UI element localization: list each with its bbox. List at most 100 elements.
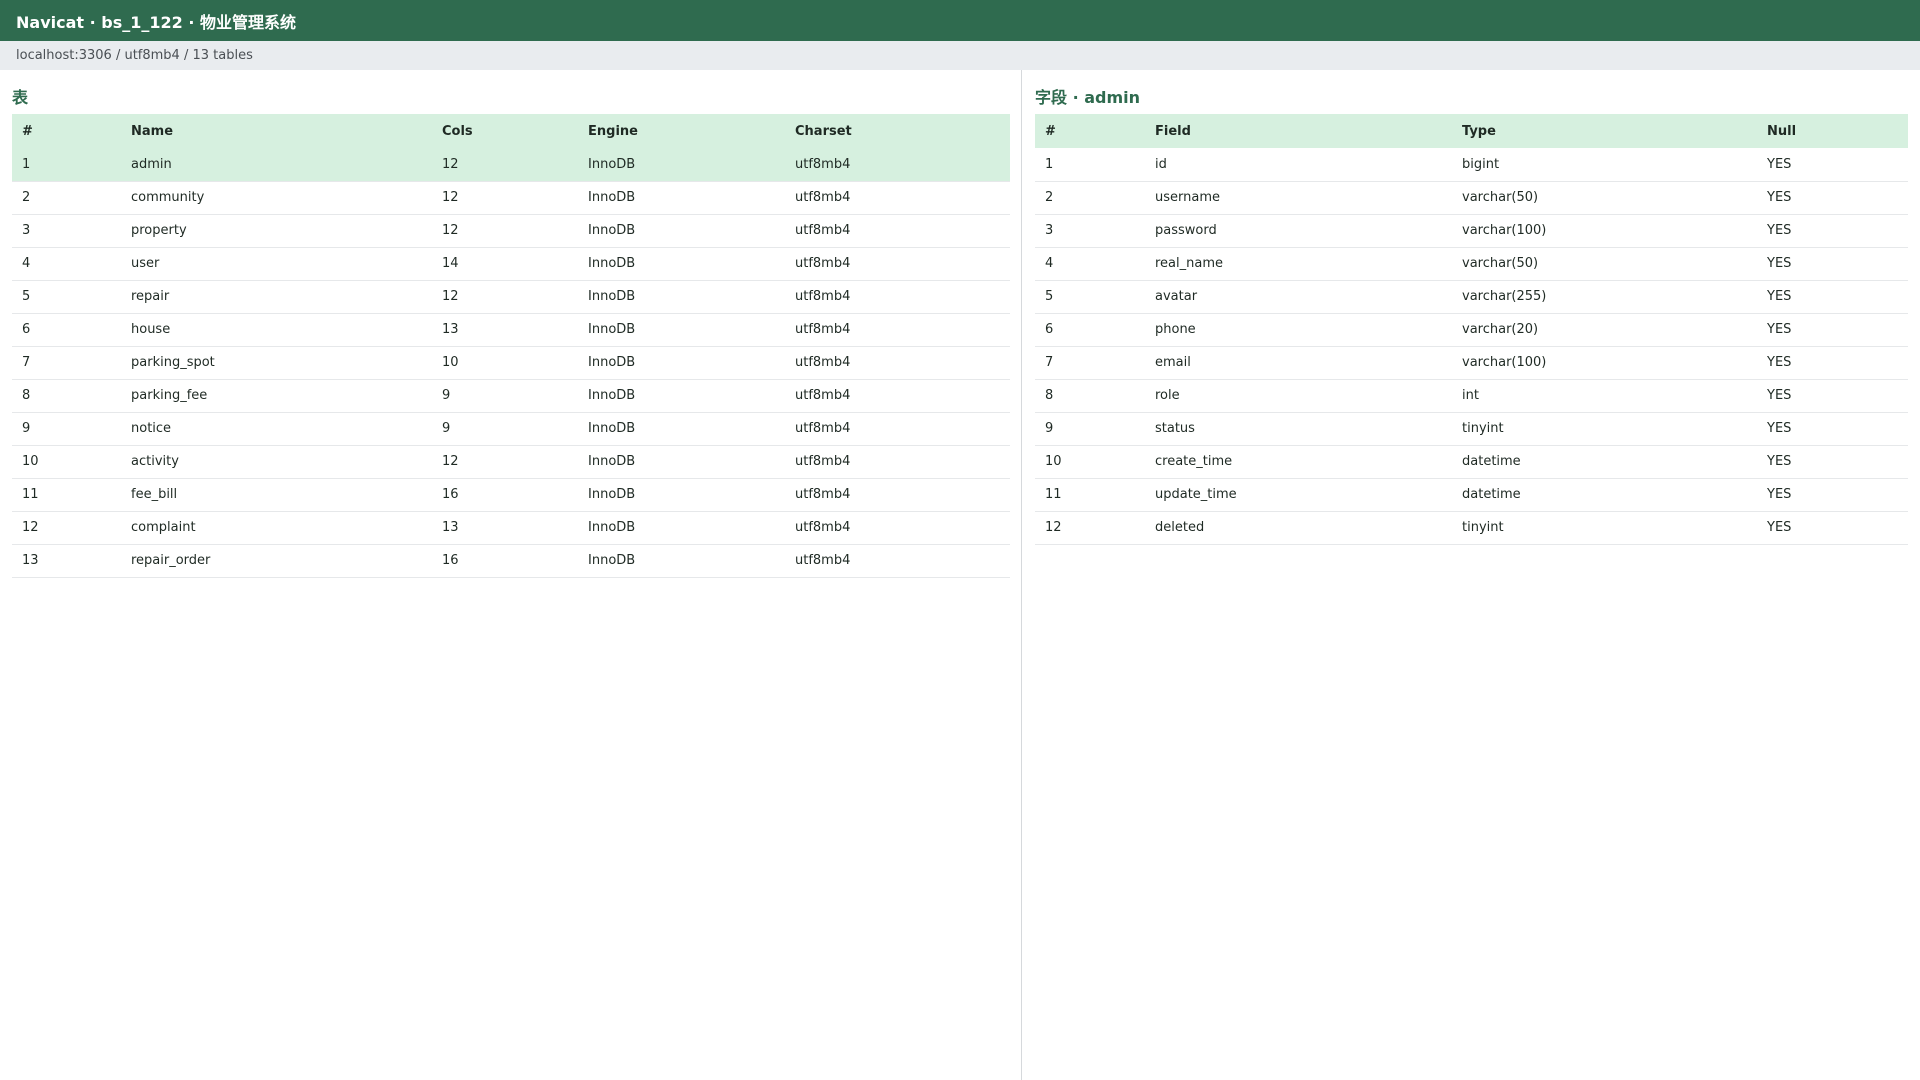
tables-body: 1 admin 12 InnoDB utf8mb4 2 community 12 InnoDB u…: [12, 148, 1010, 578]
table-row[interactable]: 10 activity 12 InnoDB utf8mb4: [12, 445, 1010, 479]
fields-list: # Field Type Null 1 id bigint YES 2 username v…: [1035, 114, 1908, 545]
table-row[interactable]: 7 parking_spot 10 InnoDB utf8mb4: [12, 346, 1010, 380]
cell-type: varchar(100): [1452, 346, 1757, 380]
cell-field-name: status: [1145, 412, 1452, 446]
cell-index: 5: [12, 280, 121, 314]
cell-cols: 12: [432, 214, 578, 248]
cell-index: 13: [12, 544, 121, 578]
cell-engine: InnoDB: [578, 445, 785, 479]
cell-type: tinyint: [1452, 511, 1757, 545]
cell-index: 10: [1035, 445, 1145, 479]
field-row[interactable]: 4 real_name varchar(50) YES: [1035, 247, 1908, 281]
cell-type: datetime: [1452, 478, 1757, 512]
cell-index: 11: [1035, 478, 1145, 512]
field-row[interactable]: 5 avatar varchar(255) YES: [1035, 280, 1908, 314]
column-header-index[interactable]: #: [12, 114, 121, 148]
table-row[interactable]: 3 property 12 InnoDB utf8mb4: [12, 214, 1010, 248]
cell-engine: InnoDB: [578, 148, 785, 182]
cell-field-name: password: [1145, 214, 1452, 248]
cell-field-name: email: [1145, 346, 1452, 380]
field-row[interactable]: 2 username varchar(50) YES: [1035, 181, 1908, 215]
cell-field-name: role: [1145, 379, 1452, 413]
field-row[interactable]: 9 status tinyint YES: [1035, 412, 1908, 446]
cell-engine: InnoDB: [578, 412, 785, 446]
field-row[interactable]: 12 deleted tinyint YES: [1035, 511, 1908, 545]
window-title: Navicat · bs_1_122 · 物业管理系统: [16, 12, 296, 32]
cell-null: YES: [1757, 379, 1908, 413]
table-row[interactable]: 13 repair_order 16 InnoDB utf8mb4: [12, 544, 1010, 578]
cell-null: YES: [1757, 181, 1908, 215]
table-row[interactable]: 11 fee_bill 16 InnoDB utf8mb4: [12, 478, 1010, 512]
cell-table-name: fee_bill: [121, 478, 432, 512]
cell-index: 4: [1035, 247, 1145, 281]
cell-cols: 12: [432, 181, 578, 215]
table-row[interactable]: 4 user 14 InnoDB utf8mb4: [12, 247, 1010, 281]
table-row[interactable]: 8 parking_fee 9 InnoDB utf8mb4: [12, 379, 1010, 413]
fields-pane: 字段 · admin # Field Type Null 1 id bigint YE…: [1023, 70, 1920, 1080]
cell-charset: utf8mb4: [785, 346, 1010, 380]
cell-engine: InnoDB: [578, 247, 785, 281]
field-row[interactable]: 1 id bigint YES: [1035, 148, 1908, 182]
cell-engine: InnoDB: [578, 544, 785, 578]
cell-index: 3: [12, 214, 121, 248]
field-row[interactable]: 7 email varchar(100) YES: [1035, 346, 1908, 380]
column-header-type[interactable]: Type: [1452, 114, 1757, 148]
cell-engine: InnoDB: [578, 379, 785, 413]
cell-null: YES: [1757, 148, 1908, 182]
cell-cols: 14: [432, 247, 578, 281]
table-row[interactable]: 9 notice 9 InnoDB utf8mb4: [12, 412, 1010, 446]
cell-null: YES: [1757, 247, 1908, 281]
field-row[interactable]: 8 role int YES: [1035, 379, 1908, 413]
cell-engine: InnoDB: [578, 313, 785, 347]
column-header-engine[interactable]: Engine: [578, 114, 785, 148]
cell-null: YES: [1757, 346, 1908, 380]
cell-field-name: id: [1145, 148, 1452, 182]
fields-pane-title: 字段 · admin: [1035, 88, 1141, 107]
field-row[interactable]: 3 password varchar(100) YES: [1035, 214, 1908, 248]
cell-index: 6: [12, 313, 121, 347]
cell-type: datetime: [1452, 445, 1757, 479]
field-row[interactable]: 6 phone varchar(20) YES: [1035, 313, 1908, 347]
cell-null: YES: [1757, 214, 1908, 248]
connection-path-bar: localhost:3306 / utf8mb4 / 13 tables: [0, 41, 1920, 70]
cell-field-name: create_time: [1145, 445, 1452, 479]
cell-index: 10: [12, 445, 121, 479]
column-header-field[interactable]: Field: [1145, 114, 1452, 148]
cell-null: YES: [1757, 511, 1908, 545]
table-row[interactable]: 12 complaint 13 InnoDB utf8mb4: [12, 511, 1010, 545]
cell-type: varchar(255): [1452, 280, 1757, 314]
cell-index: 2: [1035, 181, 1145, 215]
table-row[interactable]: 1 admin 12 InnoDB utf8mb4: [12, 148, 1010, 182]
cell-table-name: repair: [121, 280, 432, 314]
cell-field-name: real_name: [1145, 247, 1452, 281]
cell-index: 2: [12, 181, 121, 215]
connection-path: localhost:3306 / utf8mb4 / 13 tables: [16, 48, 253, 63]
cell-index: 7: [1035, 346, 1145, 380]
field-row[interactable]: 11 update_time datetime YES: [1035, 478, 1908, 512]
table-row[interactable]: 5 repair 12 InnoDB utf8mb4: [12, 280, 1010, 314]
column-header-name[interactable]: Name: [121, 114, 432, 148]
cell-cols: 13: [432, 511, 578, 545]
cell-cols: 12: [432, 445, 578, 479]
cell-cols: 12: [432, 148, 578, 182]
column-header-index[interactable]: #: [1035, 114, 1145, 148]
cell-type: int: [1452, 379, 1757, 413]
column-header-cols[interactable]: Cols: [432, 114, 578, 148]
column-header-charset[interactable]: Charset: [785, 114, 1010, 148]
cell-table-name: community: [121, 181, 432, 215]
column-header-null[interactable]: Null: [1757, 114, 1908, 148]
cell-charset: utf8mb4: [785, 181, 1010, 215]
cell-index: 1: [1035, 148, 1145, 182]
cell-type: tinyint: [1452, 412, 1757, 446]
cell-index: 12: [1035, 511, 1145, 545]
cell-field-name: avatar: [1145, 280, 1452, 314]
cell-charset: utf8mb4: [785, 214, 1010, 248]
cell-engine: InnoDB: [578, 181, 785, 215]
table-row[interactable]: 2 community 12 InnoDB utf8mb4: [12, 181, 1010, 215]
field-row[interactable]: 10 create_time datetime YES: [1035, 445, 1908, 479]
cell-null: YES: [1757, 445, 1908, 479]
cell-null: YES: [1757, 313, 1908, 347]
table-row[interactable]: 6 house 13 InnoDB utf8mb4: [12, 313, 1010, 347]
cell-engine: InnoDB: [578, 280, 785, 314]
cell-index: 9: [12, 412, 121, 446]
